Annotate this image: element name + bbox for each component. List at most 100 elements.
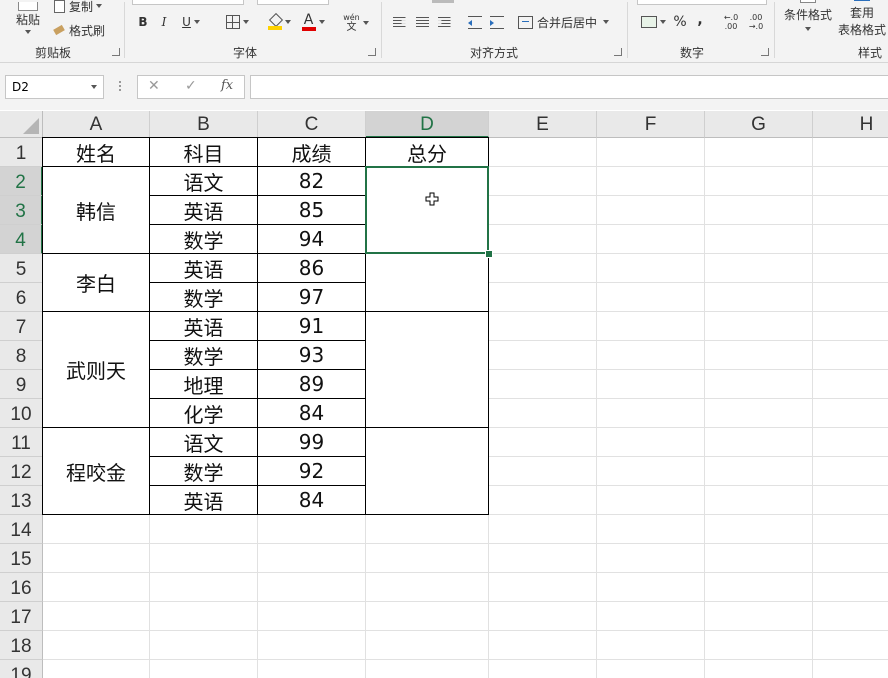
- conditional-format-button[interactable]: 条件格式: [780, 0, 836, 38]
- paste-button[interactable]: 粘贴: [8, 0, 48, 38]
- number-launcher-icon[interactable]: [761, 48, 769, 56]
- subject-cell[interactable]: 化学: [150, 399, 257, 427]
- subject-cell[interactable]: 语文: [150, 428, 257, 456]
- formula-input[interactable]: [250, 75, 888, 99]
- percent-button[interactable]: %: [672, 11, 688, 33]
- total-score-cell[interactable]: [366, 312, 488, 427]
- row-header-18[interactable]: 18: [0, 631, 43, 660]
- row-header-3[interactable]: 3: [0, 196, 43, 225]
- format-painter-button[interactable]: 格式刷: [53, 21, 105, 39]
- decrease-indent-button[interactable]: [465, 12, 485, 32]
- header-name-cell[interactable]: 姓名: [43, 138, 149, 166]
- worksheet-grid[interactable]: A B C D E F G H 1 2 3 4 5 6 7 8 9 10 11 12 13 14 15 16 17 18 19 姓名科…: [0, 111, 888, 678]
- score-cell[interactable]: 94: [258, 225, 365, 253]
- subject-cell[interactable]: 英语: [150, 312, 257, 340]
- student-name-cell[interactable]: 程咬金: [43, 428, 149, 514]
- row-header-13[interactable]: 13: [0, 486, 43, 515]
- row-header-15[interactable]: 15: [0, 544, 43, 573]
- subject-cell[interactable]: 英语: [150, 486, 257, 514]
- phonetic-button[interactable]: wén 文: [340, 10, 372, 36]
- subject-cell[interactable]: 数学: [150, 225, 257, 253]
- score-cell[interactable]: 99: [258, 428, 365, 456]
- row-header-5[interactable]: 5: [0, 254, 43, 283]
- subject-cell[interactable]: 数学: [150, 457, 257, 485]
- score-cell[interactable]: 84: [258, 399, 365, 427]
- italic-button[interactable]: I: [156, 12, 172, 32]
- score-cell[interactable]: 89: [258, 370, 365, 398]
- increase-decimal-button[interactable]: ←.0 .00: [720, 11, 742, 33]
- row-header-9[interactable]: 9: [0, 370, 43, 399]
- column-header-a[interactable]: A: [43, 111, 150, 138]
- number-format-box[interactable]: [637, 0, 767, 5]
- insert-function-icon[interactable]: fx: [221, 78, 233, 93]
- row-header-2[interactable]: 2: [0, 167, 43, 196]
- student-name-cell[interactable]: 武则天: [43, 312, 149, 427]
- font-color-button[interactable]: A: [298, 10, 328, 34]
- underline-button[interactable]: U: [176, 12, 206, 32]
- score-cell[interactable]: 86: [258, 254, 365, 282]
- row-header-6[interactable]: 6: [0, 283, 43, 312]
- align-center-button[interactable]: [413, 12, 431, 32]
- formula-bar-grip-icon[interactable]: [119, 81, 121, 93]
- score-cell[interactable]: 84: [258, 486, 365, 514]
- fill-handle[interactable]: [485, 250, 493, 258]
- total-score-cell[interactable]: [366, 254, 488, 311]
- score-cell[interactable]: 91: [258, 312, 365, 340]
- copy-button[interactable]: 复制: [54, 0, 103, 15]
- column-header-c[interactable]: C: [258, 111, 366, 138]
- font-name-box[interactable]: [132, 0, 244, 5]
- row-header-1[interactable]: 1: [0, 138, 43, 167]
- score-cell[interactable]: 92: [258, 457, 365, 485]
- comma-button[interactable]: ,: [693, 9, 707, 31]
- font-launcher-icon[interactable]: [368, 48, 376, 56]
- row-header-12[interactable]: 12: [0, 457, 43, 486]
- select-all-corner[interactable]: [0, 111, 43, 138]
- score-cell[interactable]: 93: [258, 341, 365, 369]
- merge-center-button[interactable]: 合并后居中: [518, 11, 610, 33]
- align-right-button[interactable]: [435, 12, 453, 32]
- column-header-f[interactable]: F: [597, 111, 705, 138]
- column-header-b[interactable]: B: [150, 111, 258, 138]
- name-box[interactable]: D2: [5, 75, 104, 99]
- column-header-d[interactable]: D: [366, 111, 489, 138]
- column-header-e[interactable]: E: [489, 111, 597, 138]
- score-cell[interactable]: 85: [258, 196, 365, 224]
- student-name-cell[interactable]: 李白: [43, 254, 149, 311]
- subject-cell[interactable]: 数学: [150, 341, 257, 369]
- row-header-10[interactable]: 10: [0, 399, 43, 428]
- row-header-16[interactable]: 16: [0, 573, 43, 602]
- header-subject-cell[interactable]: 科目: [150, 138, 257, 166]
- subject-cell[interactable]: 地理: [150, 370, 257, 398]
- student-name-cell[interactable]: 韩信: [43, 167, 149, 253]
- clipboard-launcher-icon[interactable]: [112, 48, 120, 56]
- row-header-14[interactable]: 14: [0, 515, 43, 544]
- header-total-cell[interactable]: 总分: [366, 138, 488, 166]
- column-header-g[interactable]: G: [705, 111, 813, 138]
- font-size-box[interactable]: [257, 0, 329, 5]
- borders-button[interactable]: [221, 12, 253, 32]
- subject-cell[interactable]: 语文: [150, 167, 257, 195]
- score-cell[interactable]: 82: [258, 167, 365, 195]
- row-header-17[interactable]: 17: [0, 602, 43, 631]
- fill-color-button[interactable]: [264, 10, 294, 34]
- row-header-7[interactable]: 7: [0, 312, 43, 341]
- subject-cell[interactable]: 英语: [150, 254, 257, 282]
- total-score-cell[interactable]: [366, 428, 488, 514]
- enter-icon[interactable]: ✓: [185, 78, 197, 94]
- increase-indent-button[interactable]: [487, 12, 507, 32]
- decrease-decimal-button[interactable]: .00 →.0: [745, 11, 767, 33]
- row-header-8[interactable]: 8: [0, 341, 43, 370]
- score-cell[interactable]: 97: [258, 283, 365, 311]
- alignment-launcher-icon[interactable]: [614, 48, 622, 56]
- cancel-icon[interactable]: ✕: [148, 78, 160, 94]
- row-header-11[interactable]: 11: [0, 428, 43, 457]
- row-header-4[interactable]: 4: [0, 225, 43, 254]
- align-left-button[interactable]: [390, 12, 408, 32]
- row-header-19[interactable]: 19: [0, 660, 43, 678]
- accounting-format-button[interactable]: [637, 11, 669, 33]
- name-box-dropdown-icon[interactable]: [91, 85, 97, 89]
- header-score-cell[interactable]: 成绩: [258, 138, 365, 166]
- format-as-table-button[interactable]: 套用 表格格式: [836, 0, 888, 38]
- bold-button[interactable]: B: [134, 12, 152, 32]
- subject-cell[interactable]: 英语: [150, 196, 257, 224]
